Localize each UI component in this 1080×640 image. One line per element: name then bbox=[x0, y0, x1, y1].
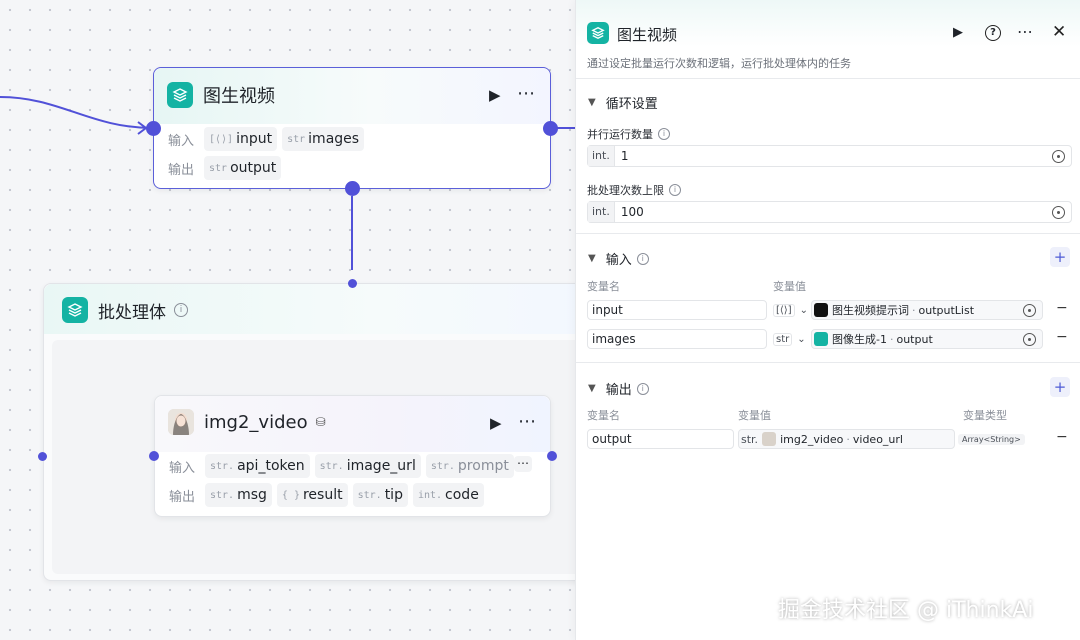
layers-icon bbox=[62, 297, 88, 323]
chevron-down-icon: ⌄ bbox=[797, 333, 806, 345]
more-icon[interactable]: ⋯ bbox=[1017, 22, 1034, 41]
panel-header: 图生视频 ▶ ? ⋯ ✕ 通过设定批量运行次数和逻辑，运行批处理体内的任务 bbox=[576, 0, 1080, 79]
inner-node-img2-video[interactable]: img2_video ⛁ ▶ ⋯ 输入 str. api_token str. im… bbox=[154, 395, 551, 517]
max-batch-field[interactable]: int. 100 bbox=[587, 201, 1072, 223]
column-header: 变量值 bbox=[773, 280, 806, 293]
reference-icon[interactable] bbox=[1052, 205, 1065, 219]
source-node-icon bbox=[814, 303, 828, 317]
plugin-badge-icon: ⛁ bbox=[315, 415, 326, 429]
parallel-count-field[interactable]: int. 1 bbox=[587, 145, 1072, 167]
node-config-panel: 图生视频 ▶ ? ⋯ ✕ 通过设定批量运行次数和逻辑，运行批处理体内的任务 ▼ … bbox=[575, 0, 1080, 640]
loop-section-header[interactable]: ▼ 循环设置 bbox=[588, 93, 658, 112]
output-var-type[interactable]: Array<String> bbox=[958, 429, 1025, 449]
divider bbox=[576, 362, 1080, 363]
param-tag: str images bbox=[282, 127, 365, 151]
inner-node-input-port[interactable] bbox=[149, 451, 159, 461]
output-var-value-ref[interactable]: str. img2_video · video_url bbox=[738, 429, 955, 449]
batch-connector-dot[interactable] bbox=[348, 279, 357, 288]
reference-icon[interactable] bbox=[1052, 149, 1065, 163]
help-icon[interactable]: ? bbox=[985, 25, 1001, 41]
top-node-title: 图生视频 bbox=[203, 86, 275, 107]
inner-node-output-port[interactable] bbox=[547, 451, 557, 461]
remove-row-button[interactable]: − bbox=[1056, 329, 1068, 345]
type-prefix: int. bbox=[588, 146, 615, 166]
param-tag: str output bbox=[204, 156, 282, 180]
info-icon: i bbox=[636, 252, 649, 265]
run-icon[interactable]: ▶ bbox=[490, 414, 502, 432]
output-section-header[interactable]: ▼ 输出 i bbox=[588, 379, 649, 398]
input-var-name-field[interactable]: input bbox=[587, 300, 767, 320]
avatar bbox=[762, 432, 777, 446]
top-node-image-to-video[interactable]: 图生视频 ▶ ⋯ 输入 [⟨⟩] input str images 输出 str ou… bbox=[153, 67, 551, 189]
param-tag: str. image_url bbox=[314, 454, 421, 478]
info-icon: i bbox=[669, 184, 681, 196]
top-node-input-port[interactable] bbox=[146, 121, 161, 136]
input-var-name-field[interactable]: images bbox=[587, 329, 767, 349]
chevron-down-icon: ▼ bbox=[588, 383, 596, 394]
column-header: 变量名 bbox=[587, 280, 620, 293]
panel-title: 图生视频 bbox=[617, 26, 678, 44]
batch-left-port[interactable] bbox=[38, 452, 47, 461]
watermark: 掘金技术社区 @ iThinkAi bbox=[778, 598, 1034, 623]
input-section-header[interactable]: ▼ 输入 i bbox=[588, 249, 649, 268]
layers-icon bbox=[587, 22, 609, 44]
output-label: 输出 bbox=[168, 162, 195, 178]
source-node-icon bbox=[814, 332, 828, 346]
avatar bbox=[168, 409, 194, 435]
column-header: 变量名 bbox=[587, 409, 620, 422]
divider bbox=[576, 233, 1080, 234]
inner-node-title: img2_video bbox=[204, 411, 308, 433]
close-icon[interactable]: ✕ bbox=[1052, 22, 1066, 42]
wire-into-top-node bbox=[0, 96, 154, 129]
panel-description: 通过设定批量运行次数和逻辑，运行批处理体内的任务 bbox=[587, 57, 851, 70]
chevron-down-icon: ▼ bbox=[588, 97, 596, 108]
add-output-button[interactable]: + bbox=[1050, 377, 1070, 397]
expand-more-icon[interactable]: ⋯ bbox=[514, 456, 532, 472]
param-tag: str. api_token bbox=[205, 454, 310, 478]
param-tag: [⟨⟩] input bbox=[204, 127, 278, 151]
param-tag: str. prompt bbox=[425, 454, 514, 478]
param-tag: { } result bbox=[276, 483, 348, 507]
reference-icon[interactable] bbox=[1023, 332, 1036, 346]
run-icon[interactable]: ▶ bbox=[489, 86, 501, 104]
param-tag: str. tip bbox=[352, 483, 408, 507]
column-header: 变量类型 bbox=[963, 409, 1007, 422]
input-label: 输入 bbox=[169, 460, 196, 476]
output-var-name-field[interactable]: output bbox=[587, 429, 734, 449]
remove-row-button[interactable]: − bbox=[1056, 429, 1068, 445]
output-label: 输出 bbox=[169, 489, 196, 505]
input-section-title: 输入 bbox=[605, 253, 632, 268]
layers-icon bbox=[167, 82, 193, 108]
max-batch-value: 100 bbox=[620, 205, 644, 219]
more-icon[interactable]: ⋯ bbox=[518, 411, 537, 432]
arrow-into-top-node bbox=[137, 121, 148, 135]
chevron-down-icon: ▼ bbox=[588, 253, 596, 264]
input-var-value-ref[interactable]: 图像生成-1 · output bbox=[811, 329, 1043, 349]
parallel-label: 并行运行数量 i bbox=[587, 126, 670, 142]
batch-title: 批处理体 bbox=[98, 302, 166, 323]
loop-section-title: 循环设置 bbox=[605, 97, 658, 112]
param-tag: str. msg bbox=[205, 483, 272, 507]
remove-row-button[interactable]: − bbox=[1056, 300, 1068, 316]
max-batch-label: 批处理次数上限 i bbox=[587, 182, 681, 198]
info-icon: i bbox=[636, 382, 649, 395]
more-icon[interactable]: ⋯ bbox=[517, 83, 536, 104]
type-select[interactable]: [⟨⟩] ⌄ bbox=[773, 300, 808, 320]
info-icon[interactable]: i bbox=[174, 303, 188, 317]
top-node-bottom-port[interactable] bbox=[345, 181, 360, 196]
input-var-value-ref[interactable]: 图生视频提示词 · outputList bbox=[811, 300, 1043, 320]
output-section-title: 输出 bbox=[605, 383, 632, 398]
param-tag: int. code bbox=[412, 483, 484, 507]
type-select[interactable]: str ⌄ bbox=[773, 329, 806, 349]
chevron-down-icon: ⌄ bbox=[799, 304, 808, 316]
add-input-button[interactable]: + bbox=[1050, 247, 1070, 267]
reference-icon[interactable] bbox=[1023, 303, 1036, 317]
column-header: 变量值 bbox=[738, 409, 771, 422]
top-node-output-port[interactable] bbox=[543, 121, 558, 136]
type-prefix: int. bbox=[588, 202, 615, 222]
input-label: 输入 bbox=[168, 133, 195, 149]
parallel-value: 1 bbox=[620, 149, 629, 163]
info-icon: i bbox=[658, 128, 670, 140]
run-icon[interactable]: ▶ bbox=[953, 25, 963, 40]
